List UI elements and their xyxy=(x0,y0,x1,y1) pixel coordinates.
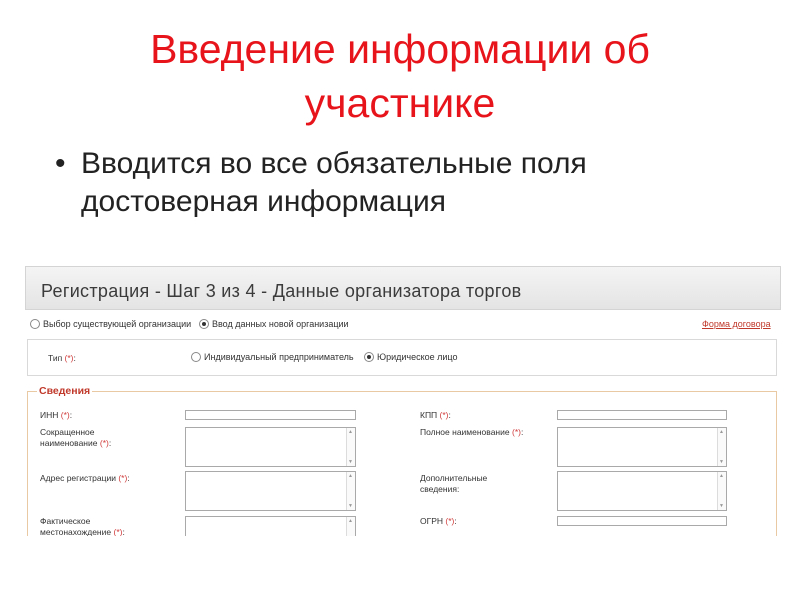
ogrn-input[interactable] xyxy=(557,516,727,526)
radio-legal-entity[interactable]: Юридическое лицо xyxy=(364,351,458,362)
full-name-textarea[interactable]: ▲ ▼ xyxy=(557,427,727,467)
short-name-label: Сокращенное наименование (*): xyxy=(40,427,112,448)
reg-address-label: Адрес регистрации (*): xyxy=(40,473,130,483)
scroll-up-icon[interactable]: ▲ xyxy=(348,429,353,435)
radio-existing-org-label: Выбор существующей организации xyxy=(43,319,192,329)
form-header: Регистрация - Шаг 3 из 4 - Данные органи… xyxy=(25,266,781,310)
radio-selected-icon[interactable] xyxy=(364,351,374,362)
kpp-input[interactable] xyxy=(557,410,727,420)
slide-title: Введение информации об участнике xyxy=(0,22,800,130)
scroll-up-icon[interactable]: ▲ xyxy=(348,473,353,479)
radio-new-org-label: Ввод данных новой организации xyxy=(212,319,349,329)
full-name-label: Полное наименование (*): xyxy=(420,427,524,437)
actual-location-textarea[interactable]: ▲ xyxy=(185,516,356,536)
textarea-scrollbar[interactable]: ▲ ▼ xyxy=(346,428,355,466)
radio-new-org[interactable]: Ввод данных новой организации xyxy=(199,318,349,329)
scroll-up-icon[interactable]: ▲ xyxy=(348,518,353,524)
textarea-scrollbar[interactable]: ▲ xyxy=(346,517,355,536)
inn-label: ИНН (*): xyxy=(40,410,73,420)
radio-existing-org[interactable]: Выбор существующей организации xyxy=(30,318,192,329)
bullet-text: Вводится во все обязательные поля достов… xyxy=(81,147,587,218)
additional-info-textarea[interactable]: ▲ ▼ xyxy=(557,471,727,511)
details-section: Сведения ИНН (*): Сокращенное наименован… xyxy=(27,385,777,536)
inn-input[interactable] xyxy=(185,410,356,420)
additional-info-label: Дополнительные сведения: xyxy=(420,473,488,494)
contract-form-link[interactable]: Форма договора xyxy=(702,319,771,329)
type-label: Тип (*): xyxy=(48,353,76,363)
textarea-scrollbar[interactable]: ▲ ▼ xyxy=(346,472,355,510)
bullet-dot-icon: • xyxy=(55,147,66,180)
scroll-down-icon[interactable]: ▼ xyxy=(719,459,724,465)
form-header-title: Регистрация - Шаг 3 из 4 - Данные органи… xyxy=(41,281,522,301)
kpp-label: КПП (*): xyxy=(420,410,451,420)
textarea-scrollbar[interactable]: ▲ ▼ xyxy=(717,472,726,510)
type-panel: Тип (*): Индивидуальный предприниматель … xyxy=(27,339,777,376)
slide-title-line-1: Введение информации об xyxy=(150,26,650,72)
scroll-down-icon[interactable]: ▼ xyxy=(719,503,724,509)
radio-individual-label: Индивидуальный предприниматель xyxy=(204,352,354,362)
scroll-up-icon[interactable]: ▲ xyxy=(719,429,724,435)
radio-icon[interactable] xyxy=(30,318,40,329)
slide-title-line-2: участнике xyxy=(304,80,496,126)
radio-legal-entity-label: Юридическое лицо xyxy=(377,352,458,362)
radio-individual[interactable]: Индивидуальный предприниматель xyxy=(191,351,354,362)
registration-form-screenshot: Регистрация - Шаг 3 из 4 - Данные органи… xyxy=(25,266,781,536)
reg-address-textarea[interactable]: ▲ ▼ xyxy=(185,471,356,511)
short-name-textarea[interactable]: ▲ ▼ xyxy=(185,427,356,467)
radio-icon[interactable] xyxy=(191,351,201,362)
actual-location-label: Фактическое местонахождение (*): xyxy=(40,516,125,536)
scroll-down-icon[interactable]: ▼ xyxy=(348,503,353,509)
scroll-up-icon[interactable]: ▲ xyxy=(719,473,724,479)
scroll-down-icon[interactable]: ▼ xyxy=(348,459,353,465)
textarea-scrollbar[interactable]: ▲ ▼ xyxy=(717,428,726,466)
details-section-title: Сведения xyxy=(37,385,93,397)
radio-selected-icon[interactable] xyxy=(199,318,209,329)
ogrn-label: ОГРН (*): xyxy=(420,516,457,526)
